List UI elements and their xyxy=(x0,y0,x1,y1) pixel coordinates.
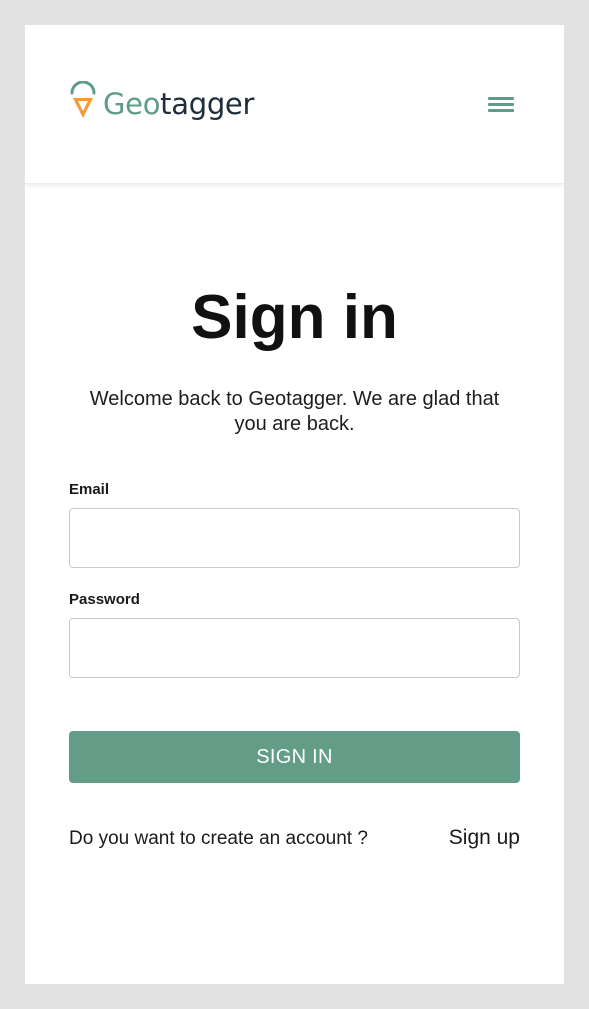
location-pin-icon xyxy=(70,81,96,118)
hamburger-menu-icon[interactable] xyxy=(488,93,516,115)
password-label: Password xyxy=(69,591,140,608)
logo-text-geo: Geo xyxy=(103,87,161,121)
email-label: Email xyxy=(69,481,110,498)
app-screen: Geotagger Sign in Welcome back to Geotag… xyxy=(25,25,564,984)
top-navbar: Geotagger xyxy=(25,25,564,184)
logo-text: Geotagger xyxy=(103,87,254,121)
sign-in-button[interactable]: SIGN IN xyxy=(69,731,520,783)
email-field[interactable] xyxy=(69,508,520,568)
page-title: Sign in xyxy=(191,283,398,352)
welcome-message: Welcome back to Geotagger. We are glad t… xyxy=(89,388,500,435)
menu-line xyxy=(488,103,514,106)
geotagger-logo[interactable]: Geotagger xyxy=(69,81,254,121)
menu-line xyxy=(488,97,514,100)
logo-text-tagger: tagger xyxy=(160,87,255,121)
sign-up-link[interactable]: Sign up xyxy=(449,826,520,850)
menu-line xyxy=(488,109,514,112)
create-account-prompt: Do you want to create an account ? xyxy=(69,828,368,849)
password-field[interactable] xyxy=(69,618,520,678)
